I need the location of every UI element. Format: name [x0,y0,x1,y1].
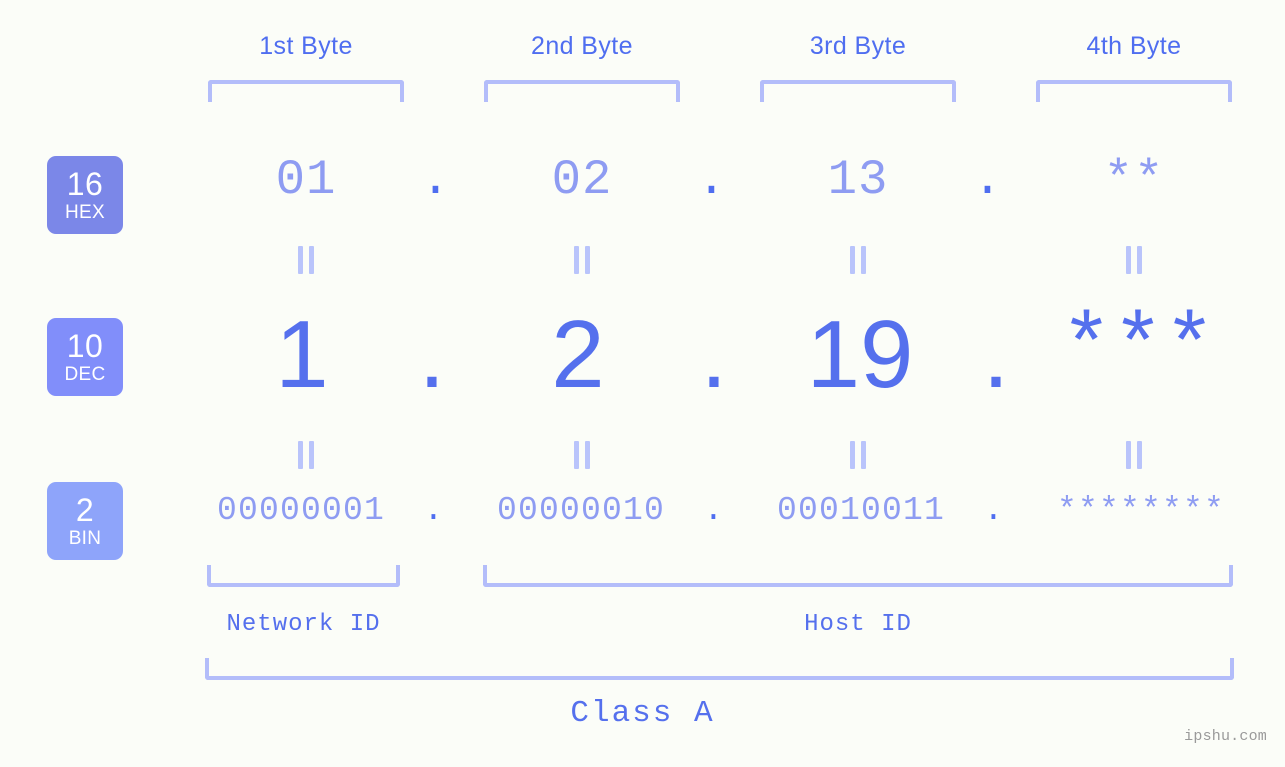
host-id-label: Host ID [804,611,912,638]
hex-byte-4: ** [1103,152,1165,208]
radix-badge-bin: 2 BIN [47,482,123,560]
bin-byte-1: 00000001 [216,492,386,529]
byte-header-2: 2nd Byte [531,32,633,60]
radix-badge-dec-number: 10 [66,328,104,364]
equality-marker-hex-dec-4 [1119,246,1149,274]
bin-byte-3: 00010011 [776,492,946,529]
radix-badge-bin-number: 2 [75,492,95,528]
ip-byte-breakdown-diagram: 1st Byte 2nd Byte 3rd Byte 4th Byte 16 H… [0,0,1285,767]
hex-byte-2: 02 [551,152,613,208]
bin-separator-1: . [423,492,445,529]
radix-badge-dec: 10 DEC [47,318,123,396]
bin-byte-4: ******** [1056,492,1226,529]
hex-byte-3: 13 [827,152,889,208]
byte-bracket-3 [760,80,956,102]
dec-byte-3: 19 [806,301,914,408]
radix-badge-hex-label: HEX [65,202,105,223]
hex-byte-1: 01 [275,152,337,208]
bin-byte-2: 00000010 [496,492,666,529]
bin-separator-2: . [703,492,725,529]
radix-badge-hex: 16 HEX [47,156,123,234]
site-watermark: ipshu.com [1184,728,1267,745]
equality-marker-dec-bin-2 [567,441,597,469]
dec-byte-1: 1 [275,301,329,408]
byte-header-1: 1st Byte [259,32,353,60]
equality-marker-dec-bin-1 [291,441,321,469]
host-id-bracket [483,565,1233,587]
radix-badge-bin-label: BIN [68,528,102,549]
dec-separator-3: . [982,301,1010,408]
dec-byte-2: 2 [551,301,605,408]
bin-separator-3: . [983,492,1005,529]
hex-separator-3: . [972,152,1004,208]
hex-separator-2: . [696,152,728,208]
hex-separator-1: . [420,152,452,208]
radix-badge-dec-label: DEC [64,364,106,385]
byte-bracket-1 [208,80,404,102]
network-id-label: Network ID [226,611,381,638]
byte-header-3: 3rd Byte [809,32,907,60]
equality-marker-hex-dec-3 [843,246,873,274]
equality-marker-dec-bin-4 [1119,441,1149,469]
radix-badge-hex-number: 16 [66,166,104,202]
equality-marker-dec-bin-3 [843,441,873,469]
byte-bracket-2 [484,80,680,102]
dec-separator-1: . [418,301,446,408]
class-label: Class A [570,696,715,731]
network-id-bracket [207,565,400,587]
dec-byte-4: *** [1060,300,1216,398]
equality-marker-hex-dec-1 [291,246,321,274]
class-bracket [205,658,1234,680]
dec-separator-2: . [700,301,728,408]
byte-header-4: 4th Byte [1086,32,1182,60]
byte-bracket-4 [1036,80,1232,102]
equality-marker-hex-dec-2 [567,246,597,274]
